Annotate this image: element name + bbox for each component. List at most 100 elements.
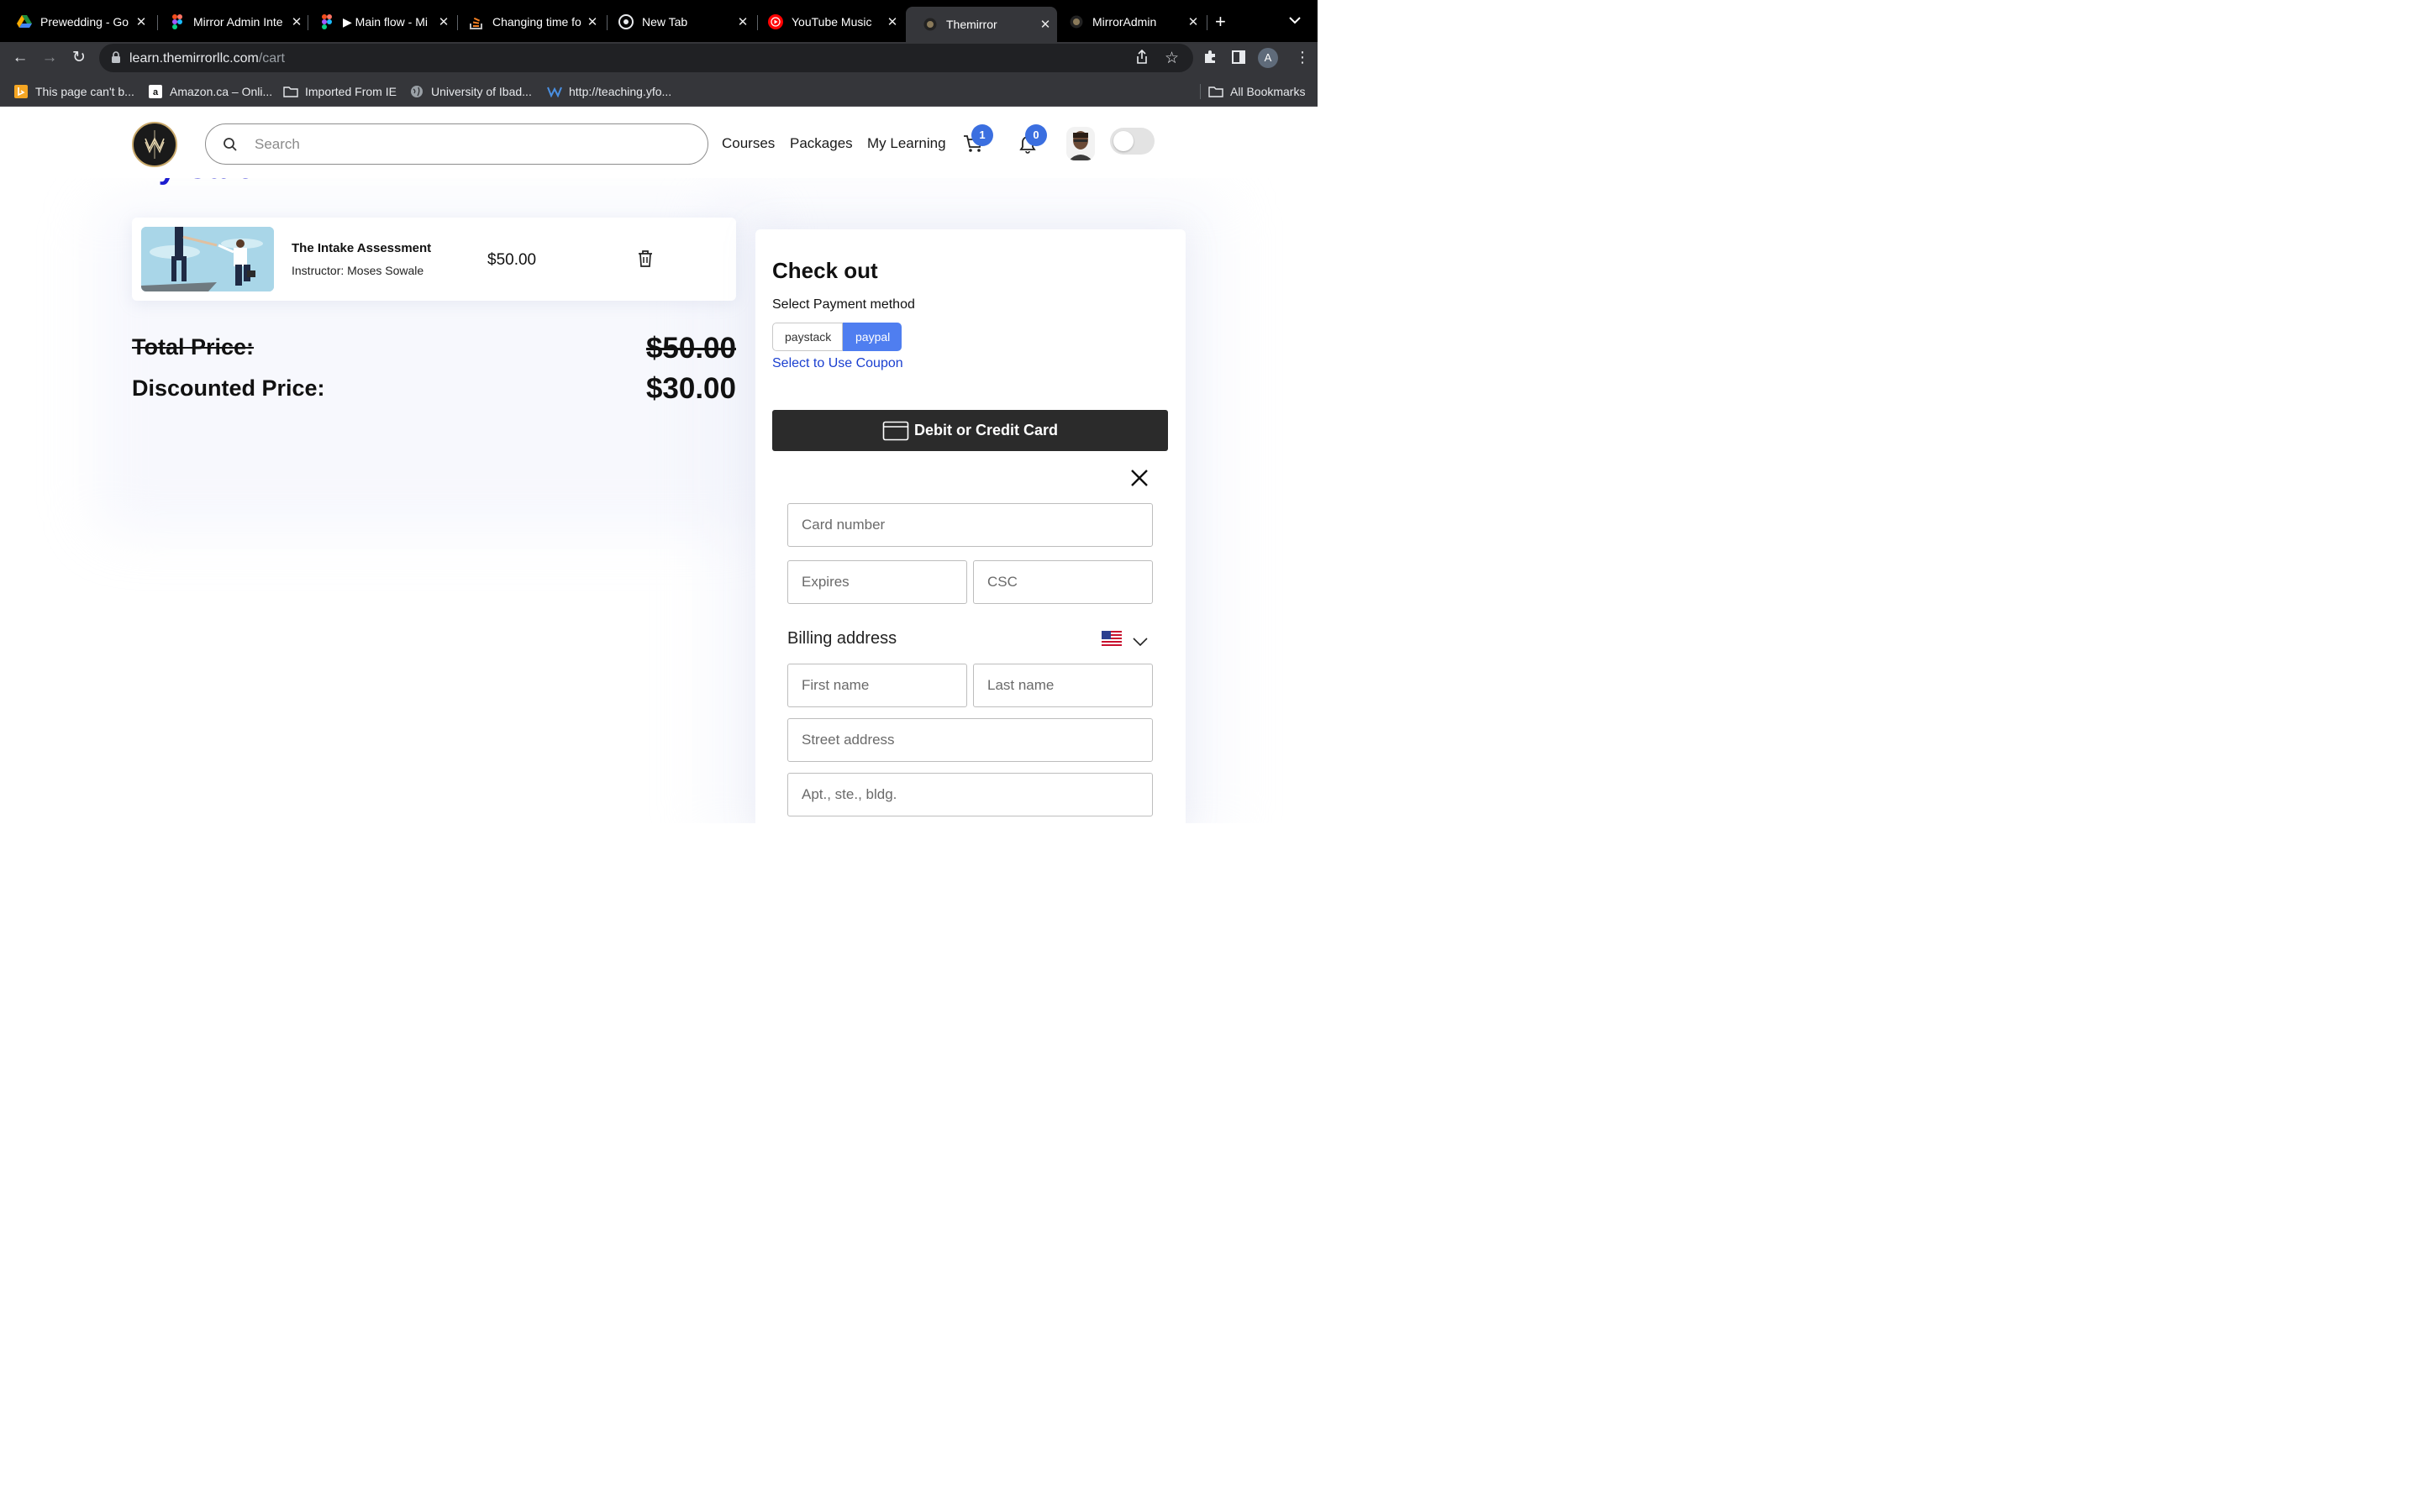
back-arrow-icon[interactable]: ← [8, 47, 32, 69]
theme-toggle[interactable] [1110, 128, 1155, 155]
tab-mirror-admin[interactable]: Mirror Admin Inte ✕ [153, 7, 308, 37]
course-title[interactable]: The Intake Assessment [292, 241, 431, 255]
bookmark-item[interactable]: University of Ibad... [409, 83, 532, 100]
chevron-down-icon[interactable] [1133, 635, 1148, 650]
nav-courses[interactable]: Courses [722, 135, 775, 152]
csc-input[interactable] [974, 561, 1152, 603]
search-bar[interactable] [205, 123, 708, 165]
extensions-puzzle-icon[interactable] [1202, 50, 1218, 69]
card-number-input[interactable] [788, 504, 1152, 546]
nav-my-learning[interactable]: My Learning [867, 135, 946, 152]
tab-new-tab[interactable]: New Tab ✕ [602, 7, 755, 37]
tab-main-flow[interactable]: ▶ Main flow - Mi ✕ [302, 7, 455, 37]
bookmark-label: Amazon.ca – Onli... [170, 85, 273, 98]
search-input[interactable] [255, 133, 675, 156]
tab-themirror[interactable]: Themirror ✕ [906, 7, 1057, 42]
tab-title: ▶ Main flow - Mi [343, 14, 429, 29]
close-icon[interactable]: ✕ [734, 14, 751, 29]
close-icon[interactable]: ✕ [435, 14, 452, 29]
figma-icon [319, 14, 334, 29]
tab-title: Mirror Admin Inte [193, 15, 283, 29]
debit-credit-card-button[interactable]: Debit or Credit Card [772, 410, 1168, 451]
url-host: learn.themirrorllc.com [129, 51, 259, 66]
tab-title: Themirror [946, 18, 997, 31]
course-thumbnail [141, 227, 274, 291]
globe-icon [409, 84, 424, 99]
search-icon [223, 137, 238, 156]
themirror-icon [1069, 14, 1084, 29]
tab-title: New Tab [642, 15, 688, 29]
bookmark-label: University of Ibad... [431, 85, 532, 98]
discounted-price-value: $30.00 [645, 372, 736, 405]
discounted-price-label: Discounted Price: [132, 375, 325, 401]
first-name-field[interactable] [787, 664, 967, 707]
page-content: My Cart Courses Packages My Learning 1 0 [0, 107, 1318, 823]
amazon-icon: a [148, 84, 163, 99]
url-text: learn.themirrorllc.com/cart [129, 51, 285, 66]
checkout-panel: Check out Select Payment method paystack… [755, 229, 1186, 823]
url-path: /cart [258, 51, 285, 66]
share-icon[interactable] [1136, 49, 1148, 69]
toggle-knob [1113, 131, 1134, 151]
all-bookmarks[interactable]: All Bookmarks [1208, 83, 1305, 100]
new-tab-plus-icon[interactable]: + [1215, 12, 1226, 32]
close-icon[interactable]: ✕ [884, 14, 901, 29]
svg-text:a: a [153, 87, 159, 97]
last-name-field[interactable] [973, 664, 1153, 707]
tab-youtube-music[interactable]: YouTube Music ✕ [751, 7, 904, 37]
tab-mirroradmin[interactable]: MirrorAdmin ✕ [1052, 7, 1205, 37]
user-avatar[interactable] [1066, 127, 1095, 160]
bookmark-item[interactable]: This page can't b... [13, 83, 134, 100]
bookmark-star-icon[interactable]: ☆ [1165, 49, 1179, 68]
close-icon[interactable]: ✕ [1037, 17, 1054, 32]
coupon-link[interactable]: Select to Use Coupon [772, 356, 903, 371]
billing-address-label: Billing address [787, 629, 897, 648]
expires-input[interactable] [788, 561, 966, 603]
profile-avatar[interactable]: A [1258, 48, 1278, 68]
side-panel-icon[interactable] [1231, 50, 1246, 69]
bookmarks-divider [1200, 84, 1201, 99]
us-flag-icon[interactable] [1102, 631, 1122, 650]
tab-search-chevron-icon[interactable] [1289, 13, 1301, 27]
checkout-title: Check out [772, 258, 878, 283]
card-number-field[interactable] [787, 503, 1153, 547]
bookmark-item[interactable]: http://teaching.yfo... [547, 83, 671, 100]
bookmark-item[interactable]: Imported From IE [283, 83, 397, 100]
payment-method-label: Select Payment method [772, 297, 915, 312]
street-address-input[interactable] [788, 719, 1152, 761]
forward-arrow-icon[interactable]: → [38, 47, 61, 69]
themirror-icon [923, 17, 938, 32]
tab-title: Changing time fo [492, 15, 581, 29]
close-icon[interactable]: ✕ [584, 14, 601, 29]
course-instructor: Instructor: Moses Sowale [292, 264, 424, 277]
bookmarks-bar: This page can't b... a Amazon.ca – Onli.… [0, 75, 1318, 107]
paypal-button[interactable]: paypal [843, 323, 902, 351]
trash-icon[interactable] [637, 249, 654, 272]
card-button-label: Debit or Credit Card [913, 422, 1059, 438]
bookmark-item[interactable]: a Amazon.ca – Onli... [148, 83, 272, 100]
reload-icon[interactable]: ↻ [67, 47, 91, 69]
close-icon[interactable] [1129, 468, 1150, 492]
tab-changing-time[interactable]: Changing time fo ✕ [452, 7, 604, 37]
apt-field[interactable] [787, 773, 1153, 816]
total-price-label: Total Price: [132, 334, 255, 360]
tab-prewedding[interactable]: Prewedding - Go ✕ [0, 7, 153, 37]
apt-input[interactable] [788, 774, 1152, 816]
notification-count-badge: 0 [1025, 124, 1047, 146]
tab-title: YouTube Music [792, 15, 872, 29]
csc-field[interactable] [973, 560, 1153, 604]
address-bar[interactable]: learn.themirrorllc.com/cart ☆ [99, 44, 1193, 72]
close-icon[interactable]: ✕ [1185, 14, 1202, 29]
first-name-input[interactable] [788, 664, 966, 706]
chrome-icon [618, 14, 634, 29]
nav-packages[interactable]: Packages [790, 135, 853, 152]
expires-field[interactable] [787, 560, 967, 604]
last-name-input[interactable] [974, 664, 1152, 706]
folder-icon [1208, 84, 1223, 99]
menu-kebab-icon[interactable]: ⋮ [1295, 49, 1310, 66]
street-address-field[interactable] [787, 718, 1153, 762]
close-icon[interactable]: ✕ [133, 14, 150, 29]
paystack-button[interactable]: paystack [772, 323, 843, 351]
site-logo[interactable] [132, 122, 177, 167]
course-price: $50.00 [487, 251, 537, 269]
